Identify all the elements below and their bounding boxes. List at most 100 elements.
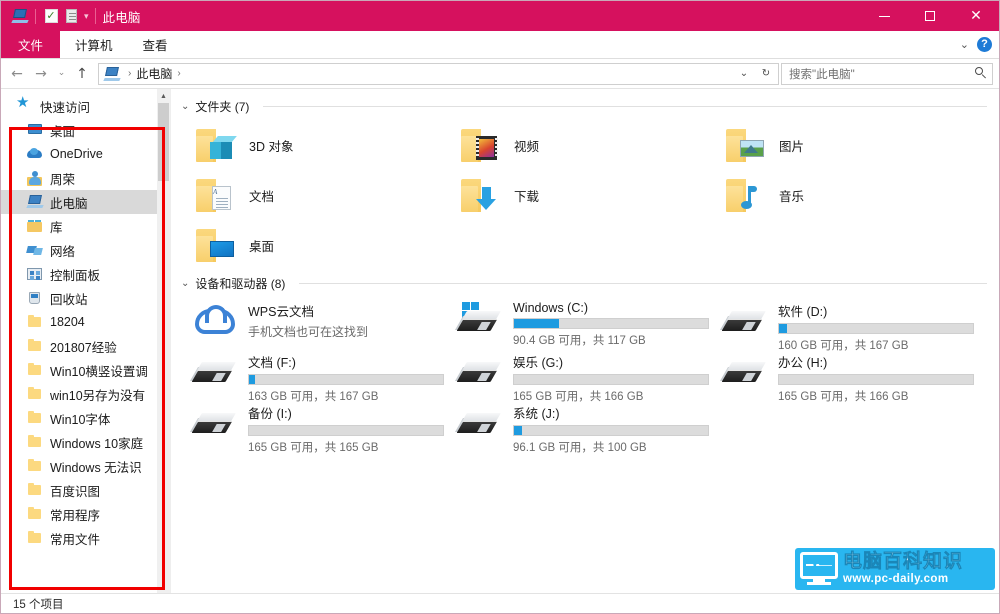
breadcrumb-separator[interactable]: › [172, 68, 185, 79]
drive-info: 文档 (F:) 163 GB 可用，共 167 GB [248, 351, 444, 404]
sidebar-item-1[interactable]: 桌面 [1, 118, 170, 142]
tab-view[interactable]: 查看 [128, 31, 183, 58]
properties-icon[interactable] [61, 6, 81, 26]
sidebar-item-17[interactable]: 常用程序 [1, 502, 170, 526]
back-button[interactable]: ← [5, 62, 29, 86]
folder-tile[interactable]: 视频 [444, 120, 709, 170]
folder-label: 3D 对象 [249, 139, 294, 154]
drive-info: 备份 (I:) 165 GB 可用，共 165 GB [248, 402, 444, 455]
drive-name: 备份 (I:) [248, 407, 292, 421]
chevron-down-icon[interactable]: ⌄ [181, 278, 189, 289]
drive-info: 娱乐 (G:) 165 GB 可用，共 166 GB [513, 351, 709, 404]
breadcrumb[interactable]: › 此电脑 › ⌄ ↻ [98, 62, 779, 85]
sidebar-item-10[interactable]: 201807经验 [1, 334, 170, 358]
navigation-pane: 快速访问桌面 OneDrive 周荣此电脑库网络控制面板回收站 18204 201807… [1, 89, 171, 593]
drive-tile[interactable]: 办公 (H:) 165 GB 可用，共 166 GB [709, 347, 974, 403]
scrollbar-thumb[interactable] [158, 103, 169, 181]
sidebar-item-0[interactable]: 快速访问 [1, 94, 170, 118]
search-box[interactable]: 搜索"此电脑" [781, 62, 993, 85]
help-icon[interactable]: ? [977, 37, 992, 52]
sidebar-item-label: 网络 [50, 244, 76, 259]
sidebar-item-7[interactable]: 控制面板 [1, 262, 170, 286]
maximize-button[interactable] [907, 1, 953, 31]
recent-locations-button[interactable]: ⌄ [53, 62, 70, 86]
drive-tile[interactable]: 娱乐 (G:) 165 GB 可用，共 166 GB [444, 347, 709, 403]
drive-tile[interactable]: 软件 (D:) 160 GB 可用，共 167 GB [709, 296, 974, 352]
capacity-bar [248, 374, 444, 385]
drive-tile[interactable]: WPS云文档 手机文档也可在这找到 [179, 296, 444, 347]
divider [263, 106, 987, 107]
sidebar-item-label: 桌面 [50, 124, 76, 139]
drive-name: 文档 (F:) [248, 356, 296, 370]
sidebar-item-16[interactable]: 百度识图 [1, 478, 170, 502]
this-pc-icon [103, 66, 121, 81]
sidebar-item-13[interactable]: Win10字体 [1, 406, 170, 430]
content-pane: ⌄ 文件夹 (7) 3D 对象 视频 图片 A 文档 下载 音乐桌面 ⌄ 设备和驱动器 (8… [171, 89, 999, 593]
tab-file[interactable]: 文件 [1, 31, 61, 58]
breadcrumb-item-this-pc[interactable]: 此电脑 [136, 65, 172, 82]
sidebar-item-6[interactable]: 网络 [1, 238, 170, 262]
window-controls: ✕ [861, 1, 999, 31]
drive-capacity-label: 96.1 GB 可用，共 100 GB [513, 442, 647, 454]
sidebar-item-label: 回收站 [50, 292, 88, 307]
sidebar-item-label: 周荣 [50, 172, 76, 187]
sidebar-scrollbar[interactable]: ▲ [157, 89, 170, 593]
drive-icon [189, 357, 239, 393]
sidebar-item-5[interactable]: 库 [1, 214, 170, 238]
drive-icon [719, 357, 769, 393]
sidebar-item-12[interactable]: win10另存为没有 [1, 382, 170, 406]
sidebar-item-18[interactable]: 常用文件 [1, 526, 170, 550]
close-button[interactable]: ✕ [953, 1, 999, 31]
drive-tile[interactable]: Windows (C:) 90.4 GB 可用，共 117 GB [444, 296, 709, 347]
drive-icon [454, 357, 504, 393]
sidebar-item-8[interactable]: 回收站 [1, 286, 170, 310]
customize-caret-icon[interactable]: ▾ [81, 11, 92, 21]
folder-label: 下载 [514, 189, 540, 204]
folder-tile[interactable]: 桌面 [179, 220, 444, 270]
folders-group-header[interactable]: ⌄ 文件夹 (7) [179, 97, 999, 116]
drives-group-header[interactable]: ⌄ 设备和驱动器 (8) [179, 274, 999, 293]
folder-tile[interactable]: 3D 对象 [179, 120, 444, 170]
sidebar-item-4[interactable]: 此电脑 [1, 190, 170, 214]
up-button[interactable]: ↑ [70, 62, 94, 86]
forward-button[interactable]: → [29, 62, 53, 86]
divider [35, 8, 36, 24]
user-folder-icon [27, 170, 43, 186]
search-input[interactable]: 搜索"此电脑" [789, 66, 975, 82]
tab-computer[interactable]: 计算机 [60, 31, 128, 58]
control-panel-icon [27, 266, 43, 282]
capacity-bar [513, 425, 709, 436]
folder-icon [27, 314, 43, 330]
folder-tile[interactable]: 图片 [709, 120, 974, 170]
capacity-bar [778, 374, 974, 385]
maximize-icon [925, 11, 935, 21]
drive-tile[interactable]: 系统 (J:) 96.1 GB 可用，共 100 GB [444, 398, 709, 454]
sidebar-item-3[interactable]: 周荣 [1, 166, 170, 190]
sidebar-item-15[interactable]: Windows 无法识 [1, 454, 170, 478]
chevron-down-icon[interactable]: ⌄ [734, 64, 754, 84]
folder-tile[interactable]: 下载 [444, 170, 709, 220]
chevron-down-icon[interactable]: ⌄ [960, 38, 969, 51]
sidebar-item-label: 快速访问 [40, 100, 91, 115]
folder-icon [27, 386, 43, 402]
drive-tile[interactable]: 备份 (I:) 165 GB 可用，共 165 GB [179, 398, 444, 454]
folders-group-label: 文件夹 (7) [195, 100, 250, 114]
folder-tile[interactable]: A 文档 [179, 170, 444, 220]
drive-info: 办公 (H:) 165 GB 可用，共 166 GB [778, 351, 974, 404]
properties-checkbox-icon[interactable]: ✓ [41, 6, 61, 26]
folder-tile[interactable]: 音乐 [709, 170, 974, 220]
breadcrumb-separator: › [128, 68, 132, 79]
sidebar-item-11[interactable]: Win10横竖设置调 [1, 358, 170, 382]
sidebar-item-14[interactable]: Windows 10家庭 [1, 430, 170, 454]
drive-subtitle: 手机文档也可在这找到 [248, 325, 369, 339]
folder-label: 桌面 [249, 239, 275, 254]
folder-icon [27, 506, 43, 522]
minimize-button[interactable] [861, 1, 907, 31]
scroll-up-icon[interactable]: ▲ [157, 89, 170, 103]
refresh-icon[interactable]: ↻ [756, 64, 776, 84]
sidebar-item-2[interactable]: OneDrive [1, 142, 170, 166]
chevron-down-icon[interactable]: ⌄ [181, 101, 189, 112]
drive-tile[interactable]: 文档 (F:) 163 GB 可用，共 167 GB [179, 347, 444, 403]
folder-icon [193, 225, 239, 265]
sidebar-item-9[interactable]: 18204 [1, 310, 170, 334]
